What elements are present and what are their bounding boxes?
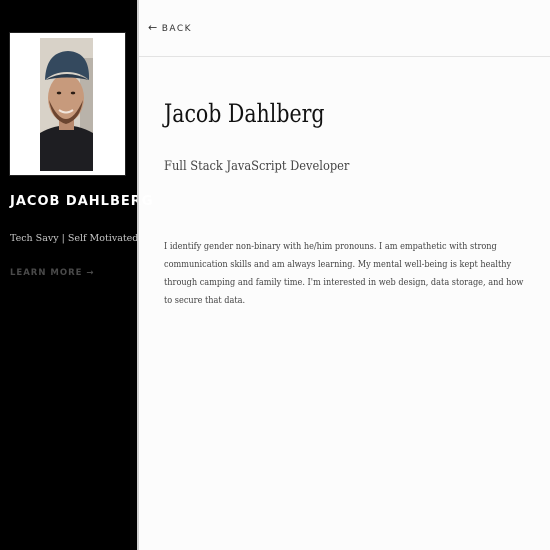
learn-more-link[interactable]: LEARN MORE → [10,268,95,278]
profile-page: JACOB DAHLBERG Tech Savy | Self Motivate… [0,0,550,550]
profile-photo [40,38,93,171]
back-link[interactable]: ← BACK [148,21,192,34]
sidebar-tagline: Tech Savy | Self Motivated [10,233,139,244]
top-bar: ← BACK [139,0,550,57]
page-title: Jacob Dahlberg [164,99,325,128]
arrow-left-icon: ← [148,21,159,34]
sidebar-divider [137,0,139,550]
profile-photo-frame [9,32,126,176]
back-label: BACK [161,24,193,34]
sidebar: JACOB DAHLBERG Tech Savy | Self Motivate… [0,0,152,550]
bio-paragraph: I identify gender non-binary with he/him… [164,241,524,306]
sidebar-name: JACOB DAHLBERG [10,194,154,209]
page-subtitle: Full Stack JavaScript Developer [164,159,350,174]
